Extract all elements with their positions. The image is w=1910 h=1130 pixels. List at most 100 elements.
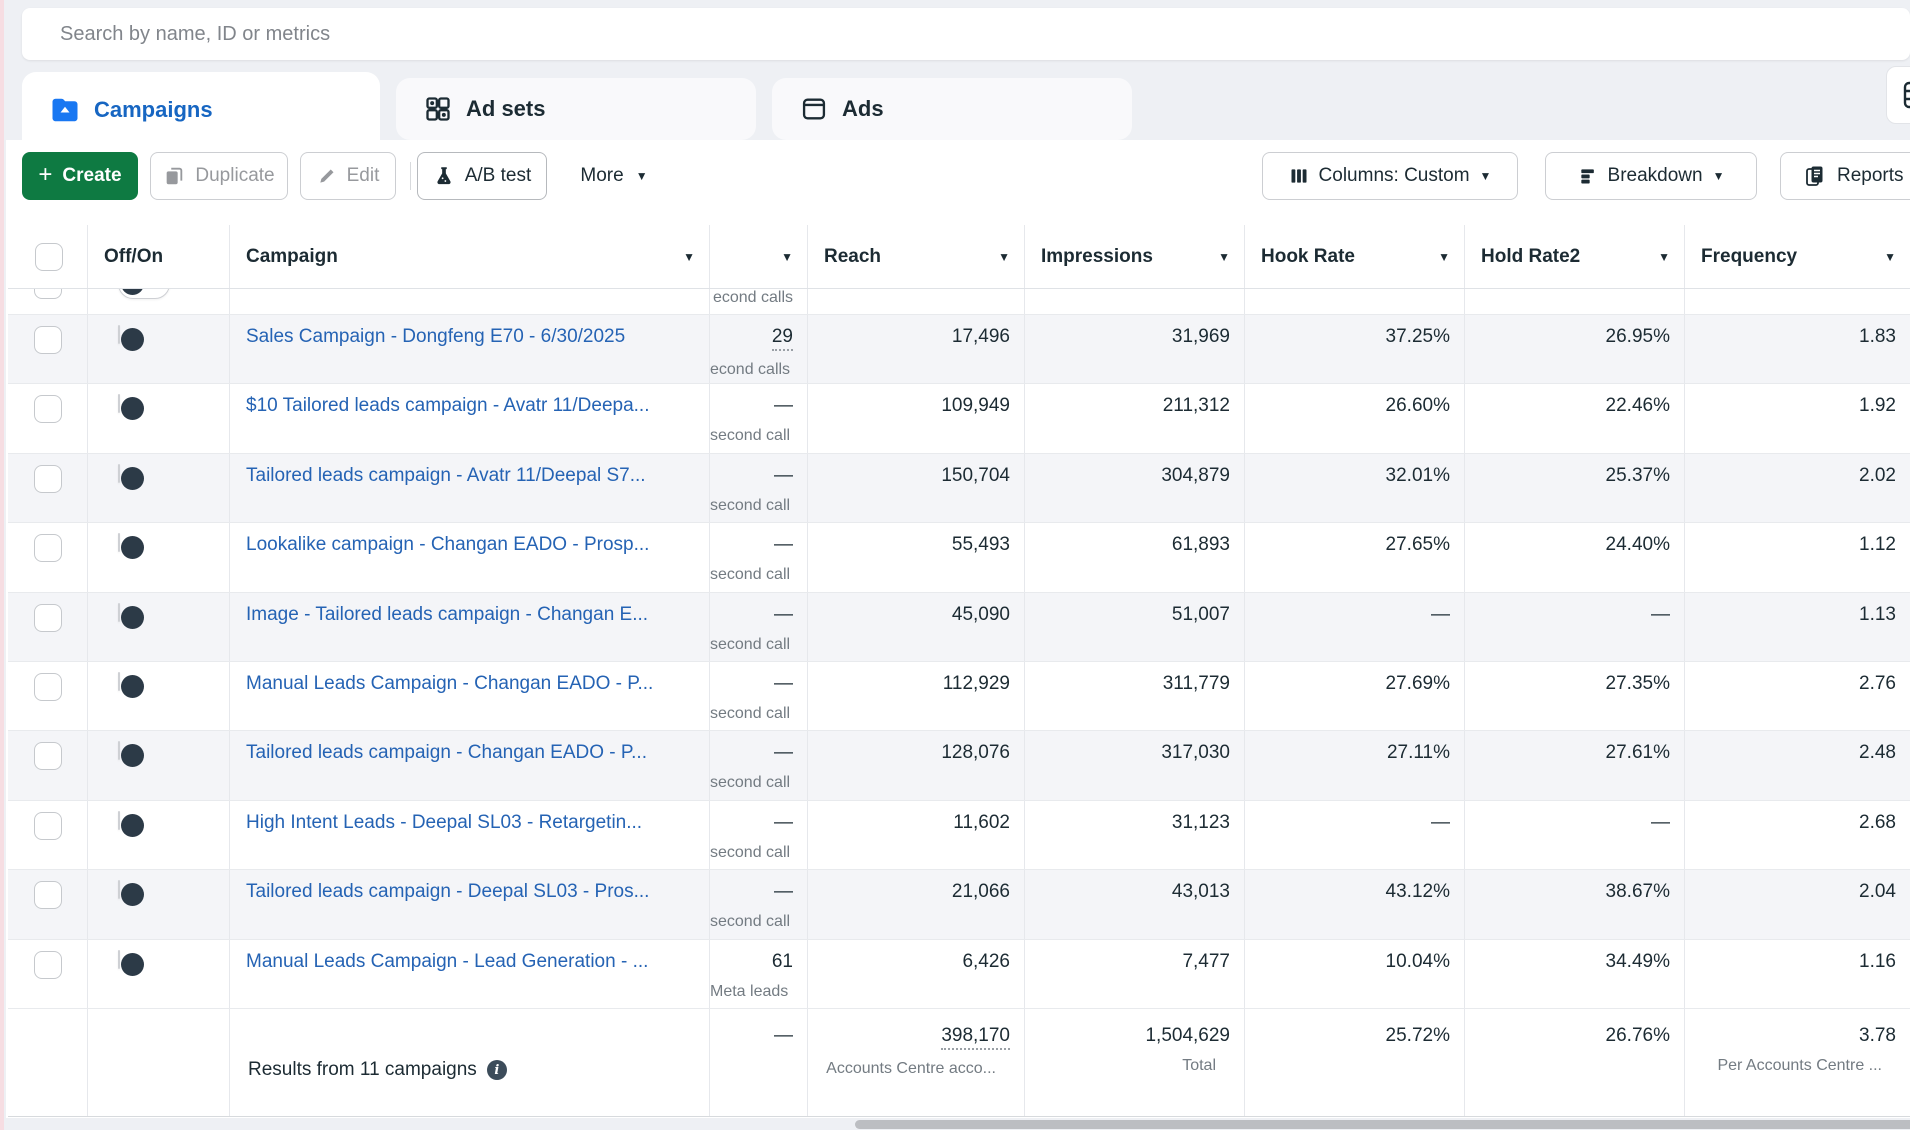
row-hold-rate2-cell: 34.49% [1465,940,1685,1008]
row-toggle-cell [88,523,230,591]
off-on-toggle[interactable] [118,880,120,899]
off-on-toggle[interactable] [118,325,120,344]
breakdown-button[interactable]: Breakdown ▼ [1545,152,1757,200]
off-on-toggle[interactable] [118,741,120,760]
header-reach[interactable]: Reach ▼ [808,225,1025,288]
row-checkbox[interactable] [34,742,62,770]
results-value: — [774,812,793,834]
row-checkbox[interactable] [34,812,62,840]
create-button[interactable]: + Create [22,152,138,200]
sort-arrow-icon[interactable]: ▼ [683,250,695,264]
info-icon[interactable]: i [487,1060,507,1080]
edit-button[interactable]: Edit [300,152,396,200]
header-frequency[interactable]: Frequency ▼ [1685,225,1910,288]
row-reach-cell: 21,066 [808,870,1025,938]
header-results-truncated[interactable]: ▼ [710,225,808,288]
row-results-cell: — second call [710,662,808,730]
row-checkbox-cell [8,801,88,869]
row-checkbox[interactable] [34,951,62,979]
row-frequency-cell: 2.02 [1685,454,1910,522]
off-on-toggle[interactable] [118,289,170,299]
header-reach-label: Reach [824,246,881,268]
footer-reach-value[interactable]: 398,170 [941,1025,1010,1050]
sort-arrow-icon[interactable]: ▼ [1438,250,1450,264]
row-reach-cell: 17,496 [808,315,1025,383]
row-checkbox[interactable] [34,881,62,909]
partial-empty-cell [1025,289,1245,314]
tab-ads[interactable]: Ads [772,78,1132,140]
sort-arrow-icon[interactable]: ▼ [781,250,793,264]
row-toggle-cell [88,593,230,661]
row-checkbox-cell [8,731,88,799]
campaign-link[interactable]: Manual Leads Campaign - Changan EADO - P… [246,673,653,695]
table-row: Tailored leads campaign - Changan EADO -… [8,731,1910,800]
ab-test-button[interactable]: A/B test [417,152,547,200]
off-on-toggle[interactable] [118,603,120,622]
columns-button[interactable]: Columns: Custom ▼ [1262,152,1518,200]
campaign-link[interactable]: Sales Campaign - Dongfeng E70 - 6/30/202… [246,326,625,348]
partial-campaign-cell [230,289,710,314]
more-button[interactable]: More ▼ [569,152,659,200]
table-row: Lookalike campaign - Changan EADO - Pros… [8,523,1910,592]
campaign-link[interactable]: Tailored leads campaign - Deepal SL03 - … [246,881,649,903]
footer-toggle-cell [88,1009,230,1116]
row-hold-rate2-cell: 22.46% [1465,384,1685,452]
results-value: — [774,395,793,417]
row-checkbox[interactable] [34,673,62,701]
table-row: Tailored leads campaign - Avatr 11/Deepa… [8,454,1910,523]
row-checkbox[interactable] [34,395,62,423]
sort-arrow-icon[interactable]: ▼ [1884,250,1896,264]
sort-arrow-icon[interactable]: ▼ [998,250,1010,264]
header-campaign[interactable]: Campaign ▼ [230,225,710,288]
header-campaign-label: Campaign [246,246,338,268]
off-on-toggle[interactable] [118,533,120,552]
sort-arrow-icon[interactable]: ▼ [1658,250,1670,264]
duplicate-button[interactable]: Duplicate [150,152,288,200]
row-toggle-cell [88,731,230,799]
tab-ad-sets[interactable]: Ad sets [396,78,756,140]
row-campaign-cell: Manual Leads Campaign - Changan EADO - P… [230,662,710,730]
row-results-cell: — second call [710,384,808,452]
campaign-link[interactable]: Tailored leads campaign - Avatr 11/Deepa… [246,465,646,487]
row-results-cell: — second call [710,731,808,799]
off-on-toggle[interactable] [118,394,120,413]
off-on-toggle[interactable] [118,464,120,483]
row-checkbox[interactable] [34,604,62,632]
duplicate-button-label: Duplicate [195,165,274,187]
row-frequency-cell: 1.16 [1685,940,1910,1008]
toolbar-divider [410,162,411,190]
folder-icon [50,95,80,125]
off-on-toggle[interactable] [118,672,120,691]
ab-test-button-label: A/B test [465,165,532,187]
campaign-link[interactable]: High Intent Leads - Deepal SL03 - Retarg… [246,812,642,834]
pivot-table-button[interactable] [1886,66,1910,124]
off-on-toggle[interactable] [118,950,120,969]
row-checkbox[interactable] [34,465,62,493]
row-checkbox[interactable] [34,534,62,562]
horizontal-scrollbar[interactable] [855,1120,1910,1129]
chevron-down-icon: ▼ [636,170,648,182]
row-frequency-cell: 2.04 [1685,870,1910,938]
campaign-link[interactable]: $10 Tailored leads campaign - Avatr 11/D… [246,395,649,417]
header-impressions[interactable]: Impressions ▼ [1025,225,1245,288]
search-input[interactable] [60,23,1725,46]
row-campaign-cell: Lookalike campaign - Changan EADO - Pros… [230,523,710,591]
header-hook-rate[interactable]: Hook Rate ▼ [1245,225,1465,288]
row-reach-cell: 55,493 [808,523,1025,591]
sort-arrow-icon[interactable]: ▼ [1218,250,1230,264]
campaign-link[interactable]: Lookalike campaign - Changan EADO - Pros… [246,534,649,556]
row-checkbox[interactable] [34,326,62,354]
campaign-link[interactable]: Manual Leads Campaign - Lead Generation … [246,951,648,973]
header-hold-rate2[interactable]: Hold Rate2 ▼ [1465,225,1685,288]
select-all-checkbox[interactable] [35,243,63,271]
reports-button[interactable]: Reports [1780,152,1910,200]
footer-checkbox-cell [8,1009,88,1116]
tab-campaigns[interactable]: Campaigns [22,72,380,148]
chevron-down-icon: ▼ [1713,170,1725,182]
campaign-link[interactable]: Image - Tailored leads campaign - Changa… [246,604,648,626]
row-campaign-cell: Image - Tailored leads campaign - Changa… [230,593,710,661]
header-off-on: Off/On [88,225,230,288]
campaign-link[interactable]: Tailored leads campaign - Changan EADO -… [246,742,647,764]
off-on-toggle[interactable] [118,811,120,830]
row-checkbox[interactable] [34,289,62,299]
